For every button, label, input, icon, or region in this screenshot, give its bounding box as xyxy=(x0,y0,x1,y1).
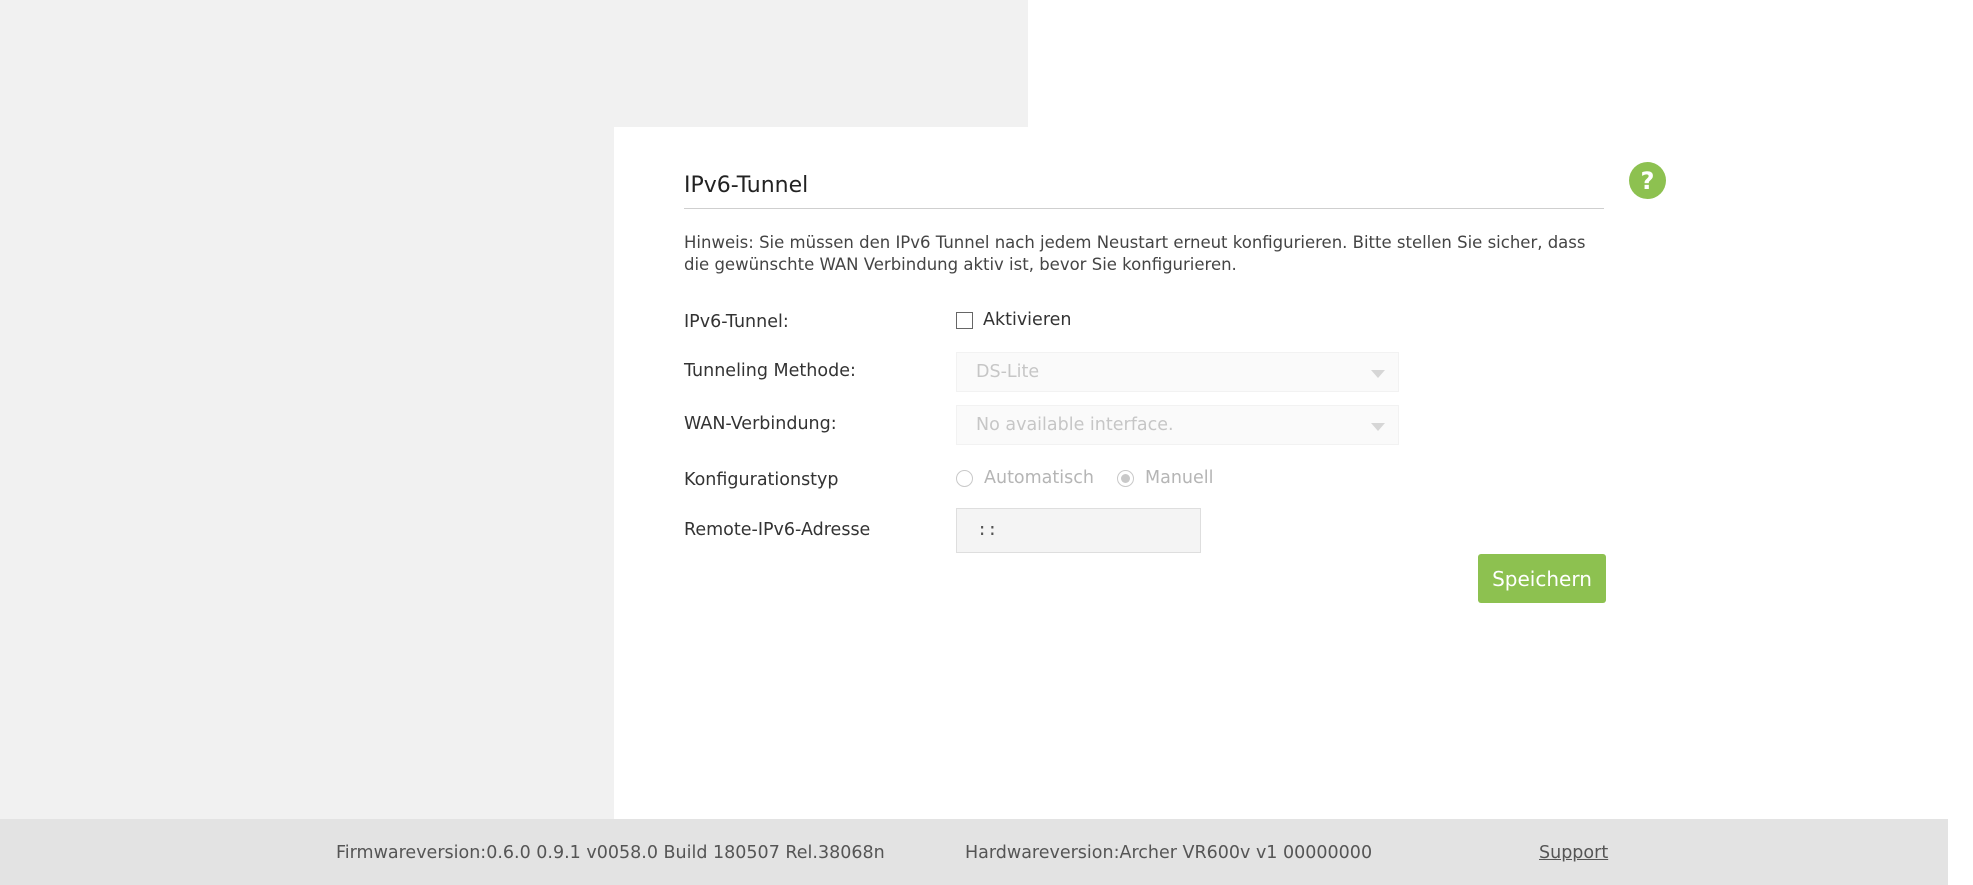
tunneling-method-label: Tunneling Methode: xyxy=(684,361,856,381)
hint-text: Hinweis: Sie müssen den IPv6 Tunnel nach… xyxy=(684,233,1586,274)
enable-tunnel-checkbox[interactable] xyxy=(956,311,973,329)
background-left-side xyxy=(0,127,614,819)
support-link[interactable]: Support xyxy=(1539,843,1608,863)
radio-automatic-label: Automatisch xyxy=(984,468,1094,488)
background-left-top xyxy=(0,0,1028,127)
hardware-version: Hardwareversion:Archer VR600v v1 0000000… xyxy=(965,843,1373,863)
chevron-down-icon xyxy=(1371,370,1385,378)
wan-connection-label: WAN-Verbindung: xyxy=(684,414,837,434)
tunnel-label: IPv6-Tunnel: xyxy=(684,312,789,332)
remote-address-input[interactable]: :: xyxy=(956,508,1201,553)
help-icon[interactable]: ? xyxy=(1629,162,1666,199)
firmware-version: Firmwareversion:0.6.0 0.9.1 v0058.0 Buil… xyxy=(336,843,885,863)
config-type-manual[interactable]: Manuell xyxy=(1117,468,1214,488)
page: ? IPv6-Tunnel Hinweis: Sie müssen den IP… xyxy=(0,0,1973,885)
radio-selected-dot xyxy=(1121,473,1130,483)
radio-manual[interactable] xyxy=(1117,469,1134,487)
remote-address-label: Remote-IPv6-Adresse xyxy=(684,520,871,540)
wan-connection-value: No available interface. xyxy=(976,415,1174,435)
tunneling-method-value: DS-Lite xyxy=(976,362,1040,382)
config-type-automatic[interactable]: Automatisch xyxy=(956,468,1094,488)
section-title: IPv6-Tunnel xyxy=(684,173,1604,209)
background-right-column xyxy=(1948,0,1973,885)
enable-tunnel-option[interactable]: Aktivieren xyxy=(956,310,1071,330)
wan-connection-select[interactable]: No available interface. xyxy=(956,405,1399,445)
radio-manual-label: Manuell xyxy=(1145,468,1214,488)
config-type-label: Konfigurationstyp xyxy=(684,470,839,490)
enable-tunnel-label: Aktivieren xyxy=(983,310,1072,330)
footer: Firmwareversion:0.6.0 0.9.1 v0058.0 Buil… xyxy=(0,819,1948,885)
chevron-down-icon xyxy=(1371,423,1385,431)
save-button[interactable]: Speichern xyxy=(1478,554,1606,603)
tunneling-method-select[interactable]: DS-Lite xyxy=(956,352,1399,392)
radio-automatic[interactable] xyxy=(956,469,973,487)
